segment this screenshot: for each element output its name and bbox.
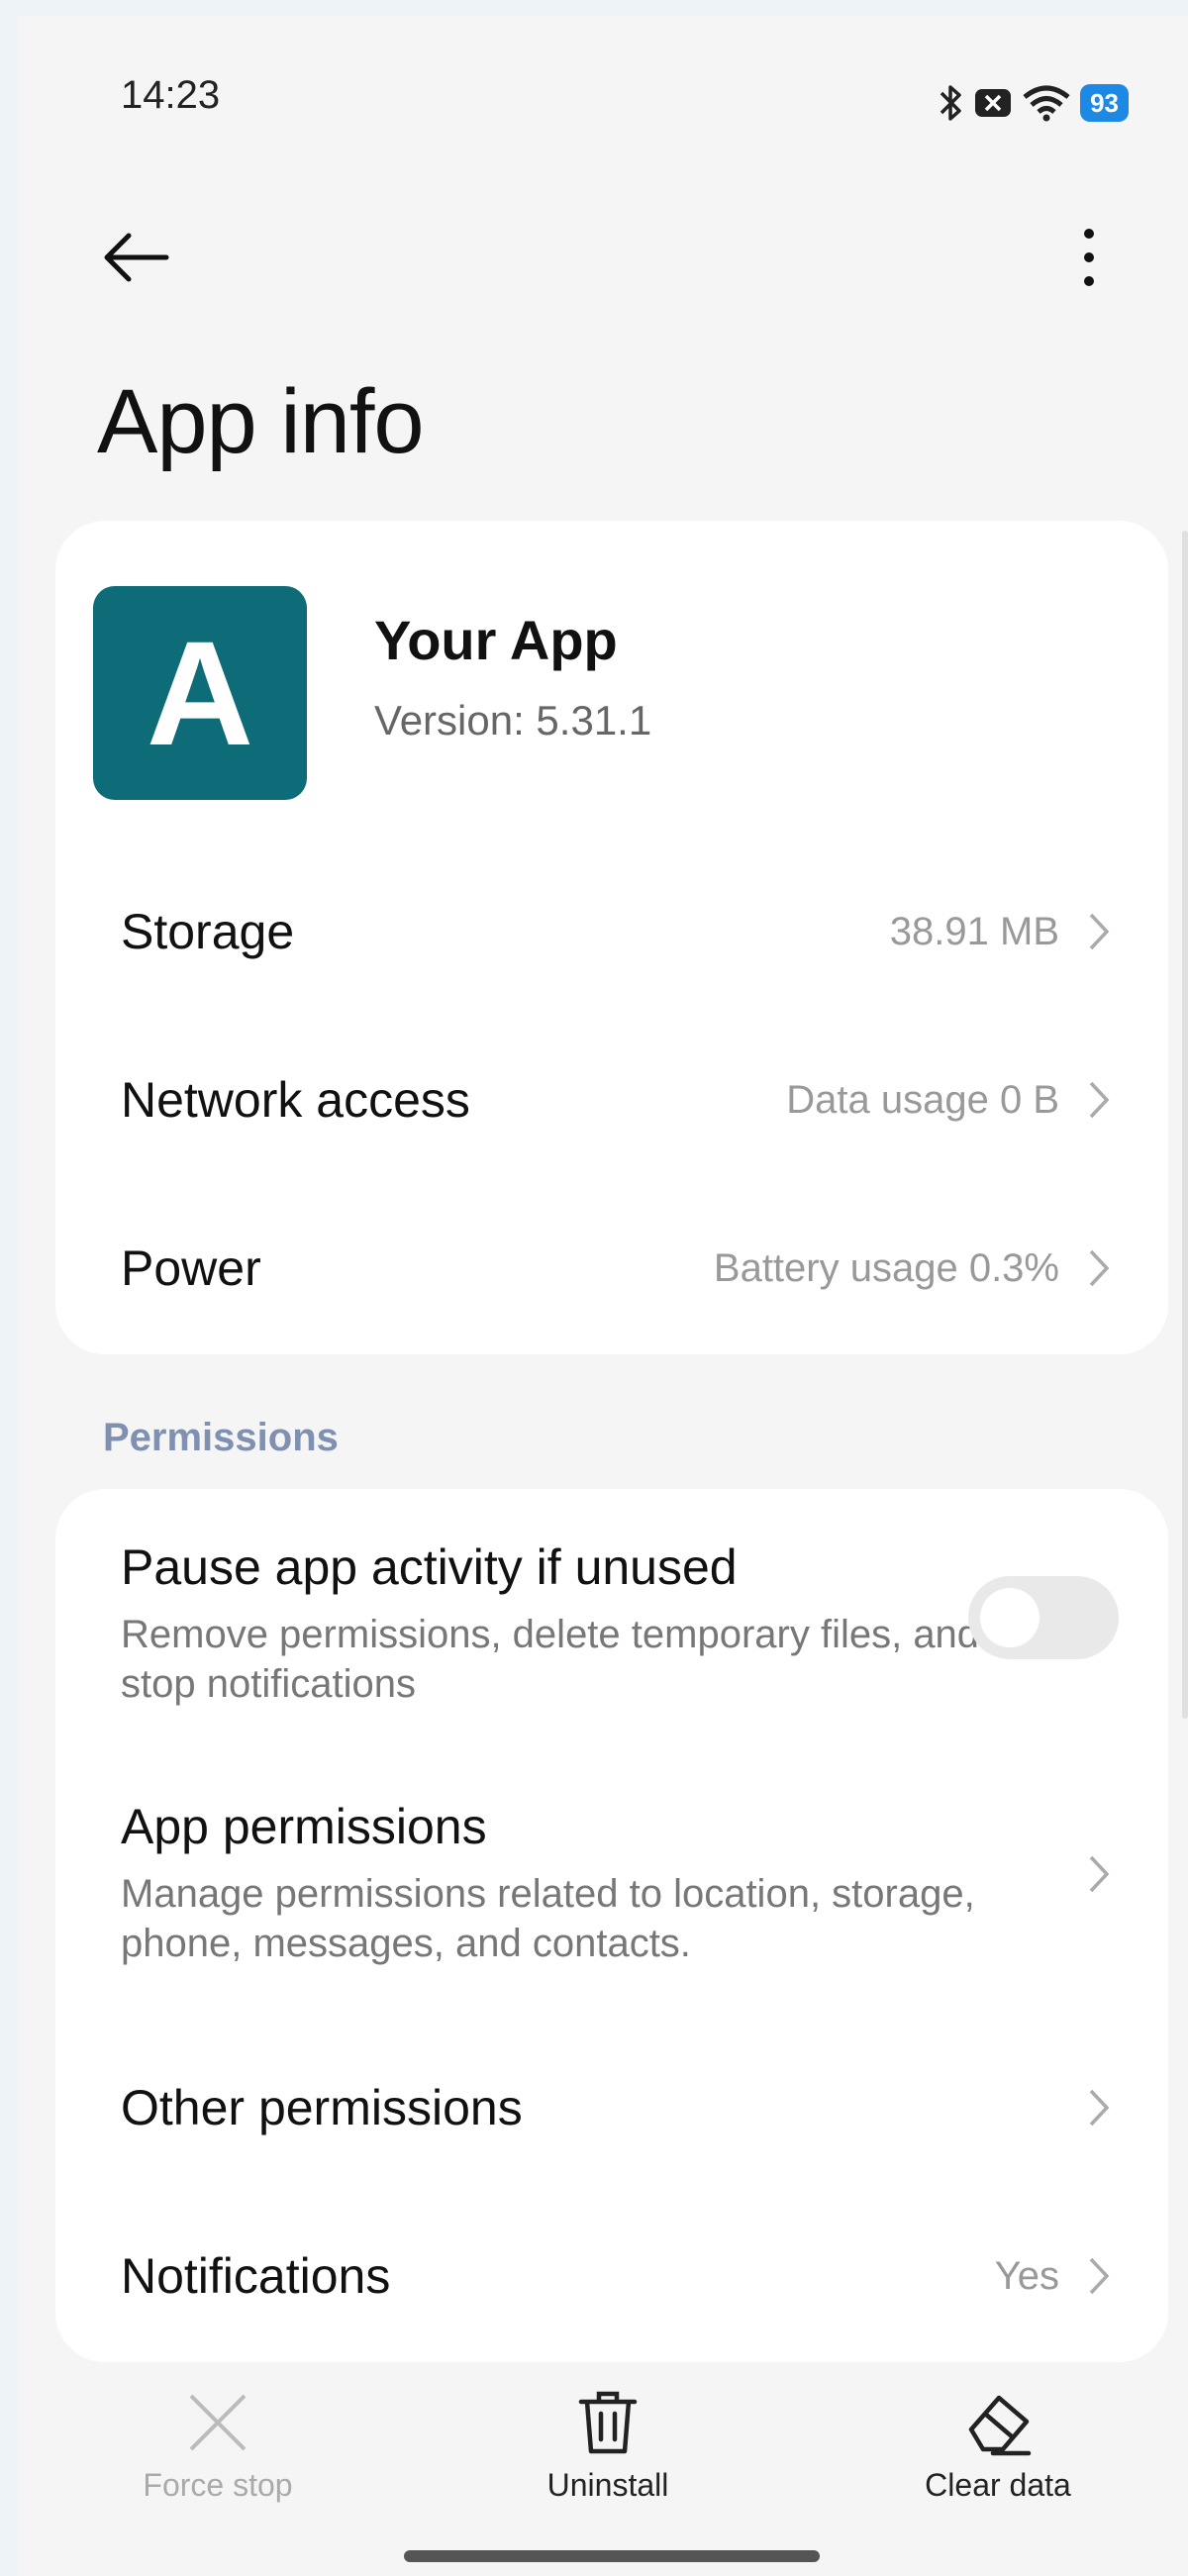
- scrollbar[interactable]: [1182, 531, 1188, 1719]
- storage-row[interactable]: Storage 38.91 MB: [55, 847, 1168, 1016]
- app-info-screen: 14:23 93 App info A Your App Version: 5.…: [18, 16, 1188, 2576]
- power-value: Battery usage 0.3%: [713, 1245, 1059, 1290]
- home-indicator[interactable]: [404, 2550, 820, 2562]
- status-icons: 93: [936, 81, 1129, 125]
- bluetooth-icon: [940, 85, 961, 121]
- permissions-card: Pause app activity if unused Remove perm…: [55, 1489, 1168, 2362]
- more-options-icon[interactable]: [1059, 218, 1119, 297]
- pause-app-activity-title: Pause app activity if unused: [121, 1539, 738, 1595]
- chevron-right-icon: [1089, 2089, 1110, 2127]
- other-permissions-row[interactable]: Other permissions: [55, 2024, 1168, 2192]
- notifications-row[interactable]: Notifications Yes: [55, 2192, 1168, 2360]
- pause-app-activity-row[interactable]: Pause app activity if unused Remove perm…: [55, 1489, 1168, 1736]
- chevron-right-icon: [1089, 1249, 1110, 1287]
- page-title: App info: [97, 371, 425, 472]
- eraser-icon: [968, 2395, 1032, 2456]
- battery-level: 93: [1080, 84, 1129, 122]
- other-permissions-title: Other permissions: [121, 2080, 523, 2135]
- app-permissions-subtitle: Manage permissions related to location, …: [121, 1872, 975, 1965]
- permissions-section-label: Permissions: [103, 1416, 339, 1459]
- chevron-right-icon: [1089, 1855, 1110, 1893]
- uninstall-label: Uninstall: [546, 2467, 669, 2503]
- status-time: 14:23: [121, 73, 221, 117]
- clear-data-button[interactable]: Clear data: [869, 2388, 1127, 2507]
- trash-icon: [578, 2391, 638, 2454]
- app-icon: A: [93, 586, 307, 800]
- app-name: Your App: [374, 609, 618, 671]
- chevron-right-icon: [1089, 2257, 1110, 2295]
- chevron-right-icon: [1089, 913, 1110, 950]
- notifications-value: Yes: [994, 2253, 1059, 2298]
- power-row[interactable]: Power Battery usage 0.3%: [55, 1184, 1168, 1352]
- back-arrow-icon[interactable]: [97, 218, 176, 297]
- chevron-right-icon: [1089, 1081, 1110, 1119]
- close-x-icon: [189, 2394, 247, 2451]
- app-version: Version: 5.31.1: [374, 697, 652, 743]
- uninstall-button[interactable]: Uninstall: [479, 2388, 737, 2507]
- sim-blocked-icon: [975, 89, 1012, 117]
- network-access-row[interactable]: Network access Data usage 0 B: [55, 1016, 1168, 1184]
- notifications-title: Notifications: [121, 2248, 391, 2304]
- force-stop-button[interactable]: Force stop: [89, 2388, 346, 2507]
- app-permissions-row[interactable]: App permissions Manage permissions relat…: [55, 1746, 1168, 1994]
- network-access-value: Data usage 0 B: [786, 1077, 1059, 1122]
- toggle-knob: [980, 1588, 1040, 1647]
- pause-app-activity-subtitle: Remove permissions, delete temporary fil…: [121, 1613, 980, 1706]
- wifi-icon: [1023, 85, 1070, 122]
- power-label: Power: [121, 1240, 261, 1296]
- storage-value: 38.91 MB: [889, 909, 1059, 953]
- force-stop-label: Force stop: [143, 2467, 293, 2503]
- network-access-label: Network access: [121, 1072, 470, 1128]
- storage-label: Storage: [121, 904, 295, 959]
- clear-data-label: Clear data: [925, 2467, 1071, 2503]
- pause-app-activity-toggle[interactable]: [968, 1576, 1119, 1659]
- app-summary-card: A Your App Version: 5.31.1 Storage 38.91…: [55, 521, 1168, 1354]
- app-permissions-title: App permissions: [121, 1799, 487, 1854]
